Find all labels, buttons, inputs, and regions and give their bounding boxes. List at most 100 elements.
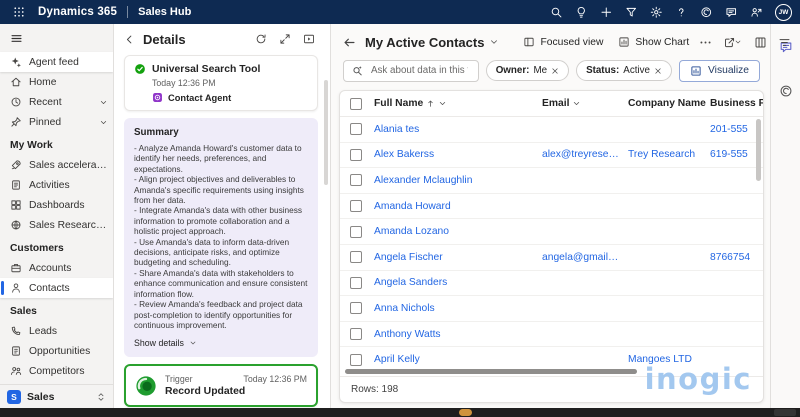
row-checkbox[interactable] (350, 302, 362, 315)
more-commands-icon[interactable] (699, 31, 712, 53)
cell-full-name[interactable]: April Kelly (374, 354, 542, 365)
table-row[interactable]: Anna Nichols (340, 296, 763, 322)
remove-filter-icon[interactable] (654, 67, 662, 75)
cell-full-name[interactable]: Anna Nichols (374, 303, 542, 314)
sidebar-item-agent-feed[interactable]: Agent feed (0, 52, 113, 72)
table-search-input[interactable] (369, 64, 470, 77)
row-checkbox[interactable] (350, 225, 362, 238)
copilot-icon[interactable] (776, 81, 796, 101)
open-pane-icon[interactable] (299, 30, 318, 48)
chevron-down-icon[interactable] (99, 98, 108, 107)
sidebar-section-my-work: My Work (10, 140, 53, 151)
cell-full-name[interactable]: Alania tes (374, 124, 542, 135)
column-header-email[interactable]: Email (542, 98, 628, 109)
row-checkbox[interactable] (350, 200, 362, 213)
sidebar-item-contacts[interactable]: Contacts (0, 278, 113, 298)
table-row[interactable]: Alex Bakerss alex@treyresearc... Trey Re… (340, 143, 763, 169)
cell-company[interactable]: Trey Research (628, 149, 710, 160)
sidebar-item-competitors[interactable]: Competitors (0, 361, 113, 381)
sidebar-item-sales-accelerator[interactable]: Sales accelerator (0, 155, 113, 175)
row-checkbox[interactable] (350, 148, 362, 161)
cell-email[interactable]: angela@gmail.com (542, 252, 628, 263)
share-icon[interactable] (717, 31, 747, 53)
select-all-checkbox[interactable] (350, 97, 362, 110)
avatar[interactable]: JW (775, 3, 792, 21)
sidebar-item-opportunities[interactable]: Opportunities (0, 341, 113, 361)
person-share-icon[interactable] (744, 1, 769, 23)
remove-filter-icon[interactable] (551, 67, 559, 75)
cell-full-name[interactable]: Amanda Howard (374, 201, 542, 212)
table-row[interactable]: Alexander Mclaughlin (340, 168, 763, 194)
settings-gear-icon[interactable] (644, 1, 669, 23)
cell-email[interactable]: alex@treyresearc... (542, 149, 628, 160)
sidebar-item-dashboards[interactable]: Dashboards (0, 195, 113, 215)
filter-pill-status[interactable]: Status: Active (576, 60, 672, 81)
filter-funnel-icon[interactable] (619, 1, 644, 23)
lightbulb-icon[interactable] (569, 1, 594, 23)
table-row[interactable]: April Kelly Mangoes LTD (340, 347, 763, 367)
menu-icon[interactable] (0, 27, 113, 49)
sidebar-item-leads[interactable]: Leads (0, 321, 113, 341)
visualize-button[interactable]: Visualize (678, 59, 760, 82)
table-row[interactable]: Amanda Lozano (340, 219, 763, 245)
view-title[interactable]: My Active Contacts (365, 35, 484, 50)
details-back-icon[interactable] (124, 31, 138, 47)
table-row[interactable]: Alania tes 201-555 (340, 117, 763, 143)
chevron-down-icon[interactable] (572, 99, 581, 108)
expand-icon[interactable] (275, 30, 294, 48)
table-row[interactable]: Anthony Watts (340, 322, 763, 348)
table-row[interactable]: Amanda Howard (340, 194, 763, 220)
show-details-toggle[interactable]: Show details (134, 338, 308, 348)
sidebar-item-accounts[interactable]: Accounts (0, 258, 113, 278)
chevron-down-icon[interactable] (99, 118, 108, 127)
row-checkbox[interactable] (350, 174, 362, 187)
tool-card[interactable]: Universal Search Tool Today 12:36 PM Con… (124, 55, 318, 111)
details-scrollbar[interactable] (324, 80, 328, 185)
show-chart-button[interactable]: Show Chart (613, 31, 694, 53)
column-header-full-name[interactable]: Full Name (374, 98, 542, 109)
visualize-icon (690, 65, 702, 77)
view-selector-chevron-icon[interactable] (489, 37, 499, 47)
focused-view-button[interactable]: Focused view (518, 31, 608, 53)
table-vertical-scrollbar[interactable] (756, 119, 761, 181)
column-header-business-phone[interactable]: Business Ph (710, 98, 763, 109)
sidebar-item-sales-research-ag[interactable]: Sales Research Ag... (0, 215, 113, 235)
area-switcher[interactable]: S Sales (0, 384, 113, 408)
sidebar-item-activities[interactable]: Activities (0, 175, 113, 195)
cell-phone[interactable]: 8766754 (710, 252, 763, 263)
add-icon[interactable] (594, 1, 619, 23)
cell-full-name[interactable]: Angela Fischer (374, 252, 542, 263)
cell-company[interactable]: Mangoes LTD (628, 354, 710, 365)
horizontal-scrollbar-thumb[interactable] (345, 369, 637, 374)
cell-full-name[interactable]: Amanda Lozano (374, 226, 542, 237)
waffle-icon[interactable] (8, 1, 30, 23)
column-header-company[interactable]: Company Name (628, 98, 710, 109)
row-checkbox[interactable] (350, 123, 362, 136)
cell-full-name[interactable]: Angela Sanders (374, 277, 542, 288)
trigger-card[interactable]: Trigger Today 12:36 PM Record Updated (124, 364, 318, 408)
table-row[interactable]: Angela Sanders (340, 271, 763, 297)
refresh-icon[interactable] (251, 30, 270, 48)
app-title[interactable]: Sales Hub (138, 6, 191, 18)
copilot-icon[interactable] (694, 1, 719, 23)
table-row[interactable]: Angela Fischer angela@gmail.com 8766754 (340, 245, 763, 271)
sidebar-item-pinned[interactable]: Pinned (0, 112, 113, 132)
row-checkbox[interactable] (350, 251, 362, 264)
filter-lines-icon[interactable] (773, 31, 795, 53)
cell-full-name[interactable]: Anthony Watts (374, 329, 542, 340)
edit-columns-icon[interactable] (749, 31, 771, 53)
chevron-down-icon[interactable] (438, 99, 447, 108)
sidebar-item-home[interactable]: Home (0, 72, 113, 92)
sidebar-item-recent[interactable]: Recent (0, 92, 113, 112)
cell-full-name[interactable]: Alexander Mclaughlin (374, 175, 542, 186)
filter-pill-owner[interactable]: Owner: Me (485, 60, 570, 81)
search-icon[interactable] (544, 1, 569, 23)
taskbar-app-icon[interactable] (459, 409, 472, 416)
row-checkbox[interactable] (350, 353, 362, 366)
row-checkbox[interactable] (350, 276, 362, 289)
back-arrow-icon[interactable] (343, 36, 356, 49)
row-checkbox[interactable] (350, 328, 362, 341)
help-icon[interactable] (669, 1, 694, 23)
chat-icon[interactable] (719, 1, 744, 23)
cell-full-name[interactable]: Alex Bakerss (374, 149, 542, 160)
